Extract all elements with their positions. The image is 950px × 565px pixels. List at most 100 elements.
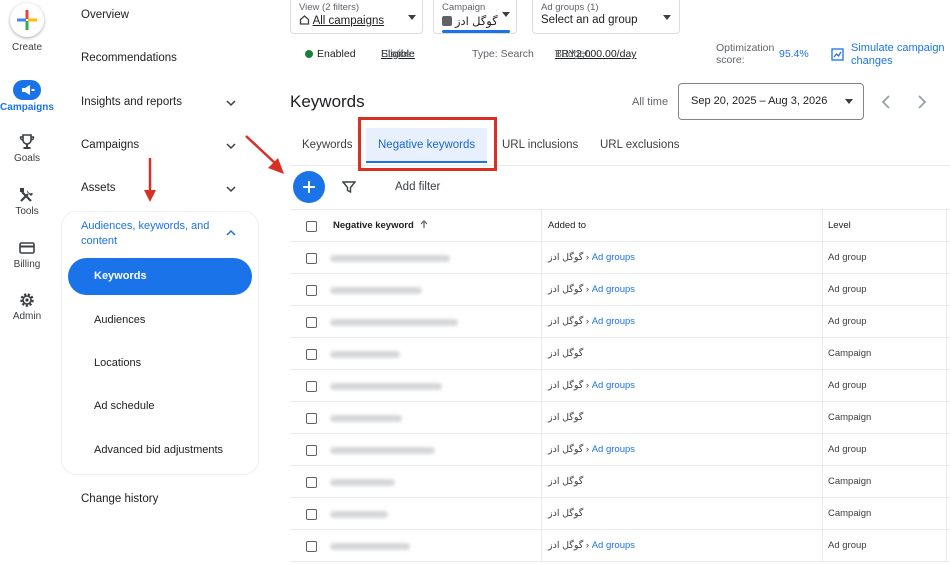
nav-change-history[interactable]: Change history [81, 493, 158, 505]
table-row[interactable]: گوگل ادز › Ad groups Ad group [290, 306, 950, 338]
nav-recommendations[interactable]: Recommendations [81, 52, 177, 64]
row-checkbox[interactable] [306, 253, 317, 264]
view-filter-selector[interactable]: View (2 filters) All campaigns [290, 0, 423, 34]
header-added-to[interactable]: Added to [548, 210, 586, 241]
row-level: Ad group [828, 380, 867, 391]
enabled-status[interactable]: Enabled [305, 48, 356, 60]
nav-sub-locations[interactable]: Locations [94, 357, 141, 369]
date-range-picker[interactable]: Sep 20, 2025 – Aug 3, 2026 [678, 83, 864, 120]
optimization-label-2: score: [716, 54, 745, 66]
added-to-campaign[interactable]: گوگل ادز [548, 380, 583, 391]
table-header-row: Negative keyword Added to Level [290, 209, 950, 242]
row-checkbox[interactable] [306, 381, 317, 392]
nav-sub-ad-schedule[interactable]: Ad schedule [94, 400, 155, 412]
added-to-ad-groups-link[interactable]: Ad groups [592, 444, 635, 455]
rail-campaigns[interactable]: Campaigns [0, 80, 54, 113]
megaphone-icon [13, 80, 41, 100]
row-checkbox[interactable] [306, 477, 317, 488]
sort-ascending-icon[interactable] [419, 219, 429, 229]
row-checkbox[interactable] [306, 317, 317, 328]
chevron-down-icon[interactable] [226, 184, 236, 194]
plus-icon [303, 181, 315, 193]
tab-url-exclusions[interactable]: URL exclusions [600, 128, 679, 163]
chevron-down-icon[interactable] [226, 141, 236, 151]
all-time-label: All time [632, 96, 669, 108]
table-row[interactable]: گوگل ادز › Ad groups Ad group [290, 274, 950, 306]
chevron-up-icon[interactable] [226, 228, 236, 238]
added-to-ad-groups-link[interactable]: Ad groups [592, 540, 635, 551]
table-row[interactable]: گوگل ادز Campaign [290, 498, 950, 530]
campaign-selector-label: Campaign [442, 2, 486, 13]
added-to-campaign[interactable]: گوگل ادز [548, 508, 583, 519]
header-level[interactable]: Level [828, 210, 851, 241]
row-checkbox[interactable] [306, 413, 317, 424]
campaign-type: Type: Search [472, 48, 534, 60]
nav-assets[interactable]: Assets [81, 182, 116, 194]
select-all-checkbox[interactable] [306, 221, 317, 232]
audiences-keywords-panel: Audiences, keywords, and content Keyword… [62, 212, 258, 474]
table-row[interactable]: گوگل ادز Campaign [290, 402, 950, 434]
added-to-campaign[interactable]: گوگل ادز [548, 412, 583, 423]
plus-icon [17, 10, 37, 30]
redacted-keyword [330, 351, 400, 358]
added-to-campaign[interactable]: گوگل ادز [548, 316, 583, 327]
table-row[interactable]: گوگل ادز Campaign [290, 466, 950, 498]
added-to-ad-groups-link[interactable]: Ad groups [592, 380, 635, 391]
row-checkbox[interactable] [306, 285, 317, 296]
redacted-keyword [330, 447, 435, 454]
added-to-campaign[interactable]: گوگل ادز [548, 540, 583, 551]
nav-campaigns[interactable]: Campaigns [81, 139, 139, 151]
previous-period-icon[interactable] [880, 95, 892, 109]
row-level: Campaign [828, 476, 872, 487]
added-to-campaign[interactable]: گوگل ادز [548, 284, 583, 295]
row-level: Ad group [828, 284, 867, 295]
add-filter-button[interactable]: Add filter [395, 181, 440, 193]
added-to-ad-groups-link[interactable]: Ad groups [592, 252, 635, 263]
nav-overview[interactable]: Overview [81, 9, 129, 21]
added-to-campaign[interactable]: گوگل ادز [548, 444, 583, 455]
row-checkbox[interactable] [306, 349, 317, 360]
nav-insights[interactable]: Insights and reports [81, 96, 182, 108]
annotation-arrow-down [144, 158, 156, 202]
added-to-ad-groups-link[interactable]: Ad groups [592, 316, 635, 327]
chevron-down-icon[interactable] [226, 98, 236, 108]
redacted-keyword [330, 255, 450, 262]
table-row[interactable]: گوگل ادز › Ad groups Ad group [290, 434, 950, 466]
annotation-highlight-box [358, 117, 497, 171]
added-to-campaign[interactable]: گوگل ادز [548, 476, 583, 487]
nav-sub-advanced-bid-adjustments[interactable]: Advanced bid adjustments [94, 444, 223, 456]
filter-icon[interactable] [342, 180, 356, 194]
rail-admin-label: Admin [12, 311, 42, 322]
row-checkbox[interactable] [306, 509, 317, 520]
added-to-ad-groups-link[interactable]: Ad groups [592, 284, 635, 295]
added-to-campaign[interactable]: گوگل ادز [548, 348, 583, 359]
ad-group-selector-value: Select an ad group [541, 14, 638, 26]
create-button[interactable] [10, 3, 44, 37]
nav-sub-audiences[interactable]: Audiences [94, 314, 145, 326]
rail-goals[interactable]: Goals [0, 133, 54, 164]
nav-audiences-keywords-content[interactable]: Audiences, keywords, and content [81, 219, 231, 249]
tab-url-inclusions[interactable]: URL inclusions [502, 128, 578, 163]
row-level: Ad group [828, 540, 867, 551]
ad-group-selector[interactable]: Ad groups (1) Select an ad group [532, 0, 680, 34]
next-period-icon[interactable] [916, 95, 928, 109]
row-checkbox[interactable] [306, 445, 317, 456]
redacted-keyword [330, 383, 442, 390]
table-row[interactable]: گوگل ادز › Ad groups Ad group [290, 242, 950, 274]
tab-keywords[interactable]: Keywords [302, 128, 353, 163]
redacted-keyword [330, 415, 402, 422]
table-row[interactable]: گوگل ادز › Ad groups Ad group [290, 370, 950, 402]
optimization-score[interactable]: 95.4% [779, 48, 809, 60]
header-negative-keyword[interactable]: Negative keyword [333, 220, 414, 231]
rail-tools[interactable]: Tools [0, 186, 54, 217]
table-row[interactable]: گوگل ادز Campaign [290, 338, 950, 370]
add-negative-keyword-button[interactable] [293, 171, 325, 203]
added-to-campaign[interactable]: گوگل ادز [548, 252, 583, 263]
table-row[interactable]: گوگل ادز › Ad groups Ad group [290, 530, 950, 562]
rail-admin[interactable]: Admin [0, 291, 54, 322]
rail-billing[interactable]: Billing [0, 239, 54, 270]
home-icon [299, 15, 310, 25]
campaign-selector[interactable]: Campaign گوگل ادز [433, 0, 517, 34]
row-checkbox[interactable] [306, 541, 317, 552]
nav-sub-keywords[interactable]: Keywords [68, 258, 252, 295]
